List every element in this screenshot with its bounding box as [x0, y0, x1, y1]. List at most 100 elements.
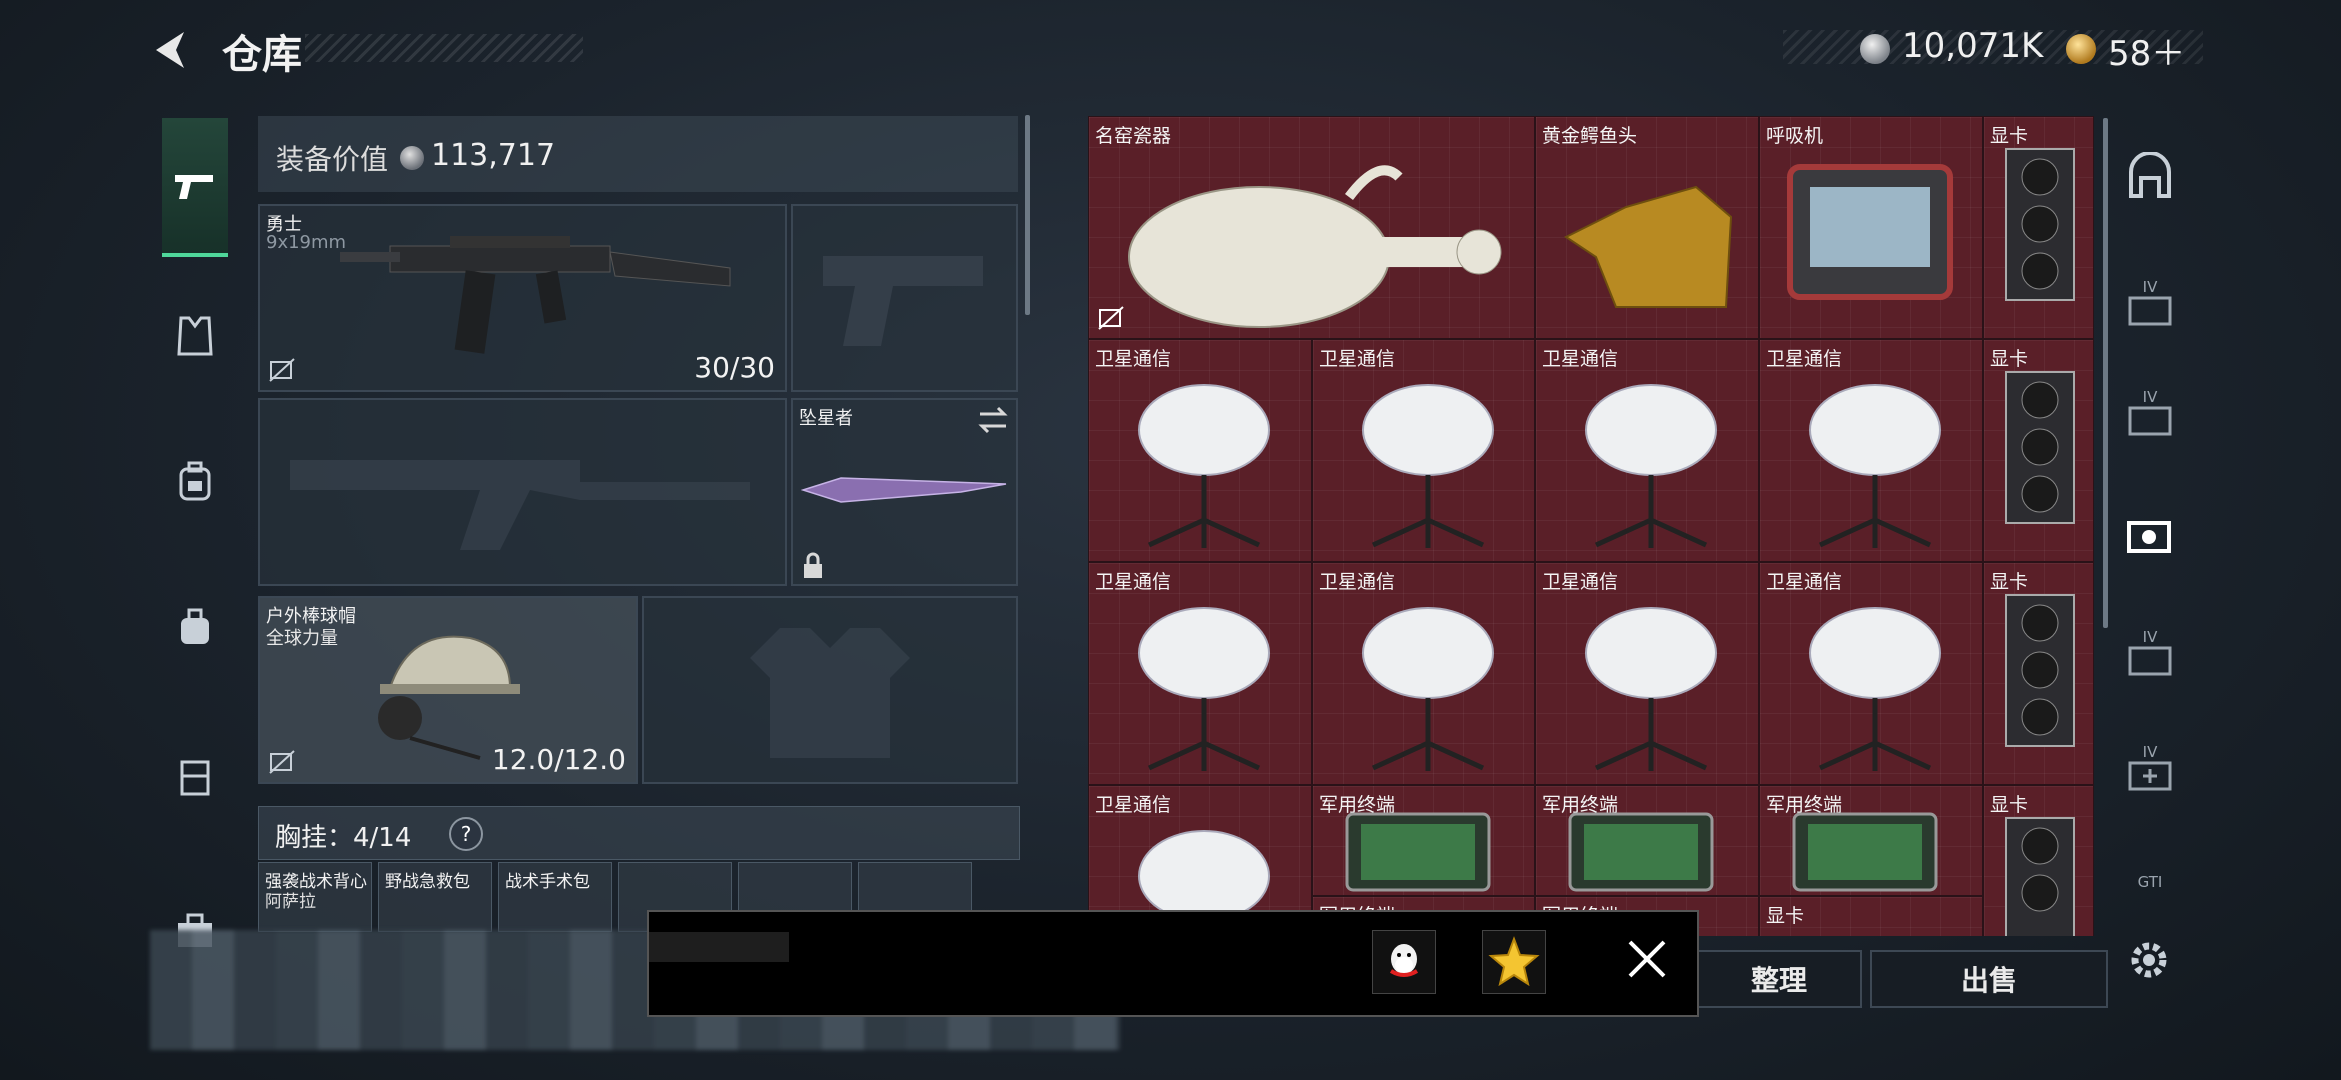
stash-item[interactable]: 卫星通信 — [1088, 339, 1312, 562]
secondary-weapon-slot[interactable] — [258, 398, 787, 586]
title-decoration — [305, 34, 583, 62]
stash-tab-6[interactable]: IV — [2118, 735, 2182, 799]
equipment-value-label: 装备价值 — [276, 143, 389, 176]
back-arrow-icon[interactable] — [150, 28, 194, 72]
item-name: 卫星通信 — [1319, 571, 1396, 593]
knife-image-icon — [801, 477, 1007, 503]
ventilator-icon — [1787, 164, 1953, 300]
pistol-placeholder-icon — [823, 256, 983, 346]
satellite-dish-icon — [1362, 607, 1494, 771]
help-button[interactable]: ? — [449, 817, 483, 851]
stash-item[interactable]: 显卡 — [1983, 562, 2094, 785]
nav-bag[interactable] — [162, 593, 228, 659]
stash-tab-7[interactable]: GTI — [2118, 850, 2182, 914]
stash-item[interactable]: 卫星通信 — [1535, 562, 1759, 785]
item-name: 显卡 — [1766, 905, 1805, 927]
stash-item[interactable]: 卫星通信 — [1759, 562, 1983, 785]
satellite-dish-icon — [1138, 607, 1270, 771]
satellite-dish-icon — [1585, 607, 1717, 771]
armor-slot[interactable] — [642, 596, 1018, 784]
chest-rig-item[interactable]: 战术手术包 — [498, 862, 612, 932]
case-icon — [180, 760, 210, 796]
item-name: 黄金鳄鱼头 — [1542, 125, 1638, 147]
no-insure-icon — [1098, 306, 1124, 330]
chest-rig-item[interactable]: 强袭战术背心 阿萨拉 — [258, 862, 372, 932]
gold-coin-icon — [2066, 34, 2096, 64]
stash-tab-2[interactable]: IV — [2118, 270, 2182, 334]
swap-icon[interactable] — [978, 406, 1008, 434]
stash-item[interactable]: 呼吸机 — [1759, 116, 1983, 339]
stash-item[interactable]: 显卡 — [1983, 339, 2094, 562]
chest-item-sub: 阿萨拉 — [265, 892, 316, 912]
blurred-text — [649, 932, 789, 962]
stash-tab-main[interactable] — [2118, 145, 2182, 209]
tab-level: IV — [2142, 628, 2158, 646]
stash-grid: 名窑瓷器 黄金鳄鱼头 呼吸机 显卡 卫星通信 卫星通信 卫星通信 卫星通信 显卡… — [1088, 116, 2094, 936]
stash-item[interactable]: 黄金鳄鱼头 — [1535, 116, 1759, 339]
primary-weapon-slot[interactable]: 勇士 9x19mm 30/30 — [258, 204, 787, 392]
pistol-slot[interactable] — [791, 204, 1018, 392]
chest-item-name: 战术手术包 — [505, 872, 590, 892]
golden-crocodile-head-icon — [1564, 185, 1733, 308]
gold-amount[interactable]: 58＋ — [2108, 26, 2185, 75]
item-name: 卫星通信 — [1542, 348, 1619, 370]
item-name: 显卡 — [1990, 571, 2029, 593]
stash-item[interactable]: 卫星通信 — [1312, 339, 1535, 562]
left-category-nav — [150, 108, 240, 968]
item-name: 卫星通信 — [1542, 571, 1619, 593]
qq-share-button[interactable] — [1372, 930, 1436, 994]
item-name: 卫星通信 — [1095, 794, 1172, 816]
sell-button[interactable]: 出售 — [1870, 950, 2108, 1008]
nav-case[interactable] — [162, 743, 228, 809]
item-name: 卫星通信 — [1319, 348, 1396, 370]
rifle-placeholder-icon — [290, 460, 750, 550]
notification-popup — [647, 910, 1699, 1017]
stash-item[interactable]: 显卡 — [1983, 785, 2094, 936]
porcelain-vase-icon — [1128, 165, 1502, 328]
bag-icon — [181, 608, 209, 644]
nav-backpack[interactable] — [162, 448, 228, 514]
stash-tab-4[interactable] — [2118, 505, 2182, 569]
stash-item[interactable]: 显卡 — [1759, 896, 1983, 936]
helmet-brand: 全球力量 — [266, 628, 338, 649]
silver-coin-icon — [400, 146, 424, 170]
armor-placeholder-icon — [750, 628, 910, 758]
stash-item[interactable]: 卫星通信 — [1088, 562, 1312, 785]
equipment-value: 113,717 — [431, 138, 556, 173]
stash-item[interactable]: 名窑瓷器 — [1088, 116, 1535, 339]
item-name: 显卡 — [1990, 125, 2029, 147]
right-stash-nav: IV IV IV IV GTI — [2112, 120, 2188, 920]
satellite-dish-icon — [1585, 384, 1717, 548]
tab-level: IV — [2142, 743, 2158, 761]
stash-scrollbar[interactable] — [2103, 118, 2108, 628]
stash-item[interactable]: 军用终端 — [1759, 785, 1983, 896]
nav-vest[interactable] — [162, 303, 228, 369]
qzone-share-button[interactable] — [1482, 930, 1546, 994]
satellite-dish-icon — [1362, 384, 1494, 548]
silver-amount[interactable]: 10,071K — [1902, 26, 2043, 66]
nav-weapons[interactable] — [162, 118, 228, 257]
stash-box-icon — [2128, 296, 2172, 326]
chest-rig-item[interactable]: 野战急救包 — [378, 862, 492, 932]
item-name: 卫星通信 — [1095, 571, 1172, 593]
equipment-scrollbar[interactable] — [1025, 115, 1030, 315]
stash-item[interactable]: 卫星通信 — [1312, 562, 1535, 785]
ammo-count: 30/30 — [694, 351, 775, 384]
stash-item[interactable]: 显卡 — [1983, 116, 2094, 339]
stash-item[interactable]: 军用终端 — [1535, 785, 1759, 896]
helmet-slot[interactable]: 户外棒球帽 全球力量 12.0/12.0 — [258, 596, 638, 784]
vest-icon — [177, 316, 213, 356]
settings-gear-icon[interactable] — [2124, 935, 2174, 985]
stash-tab-3[interactable]: IV — [2118, 380, 2182, 444]
backpack-icon — [179, 461, 211, 501]
close-icon[interactable] — [1624, 936, 1670, 982]
organize-button[interactable]: 整理 — [1696, 950, 1862, 1008]
no-insure-icon — [269, 358, 295, 382]
melee-slot[interactable]: 坠星者 — [791, 398, 1018, 586]
stash-tab-5[interactable]: IV — [2118, 620, 2182, 684]
stash-item[interactable]: 卫星通信 — [1759, 339, 1983, 562]
stash-item[interactable]: 军用终端 — [1312, 785, 1535, 896]
stash-item[interactable]: 卫星通信 — [1535, 339, 1759, 562]
chest-item-name: 野战急救包 — [385, 872, 470, 892]
stash-add-icon — [2128, 761, 2172, 791]
